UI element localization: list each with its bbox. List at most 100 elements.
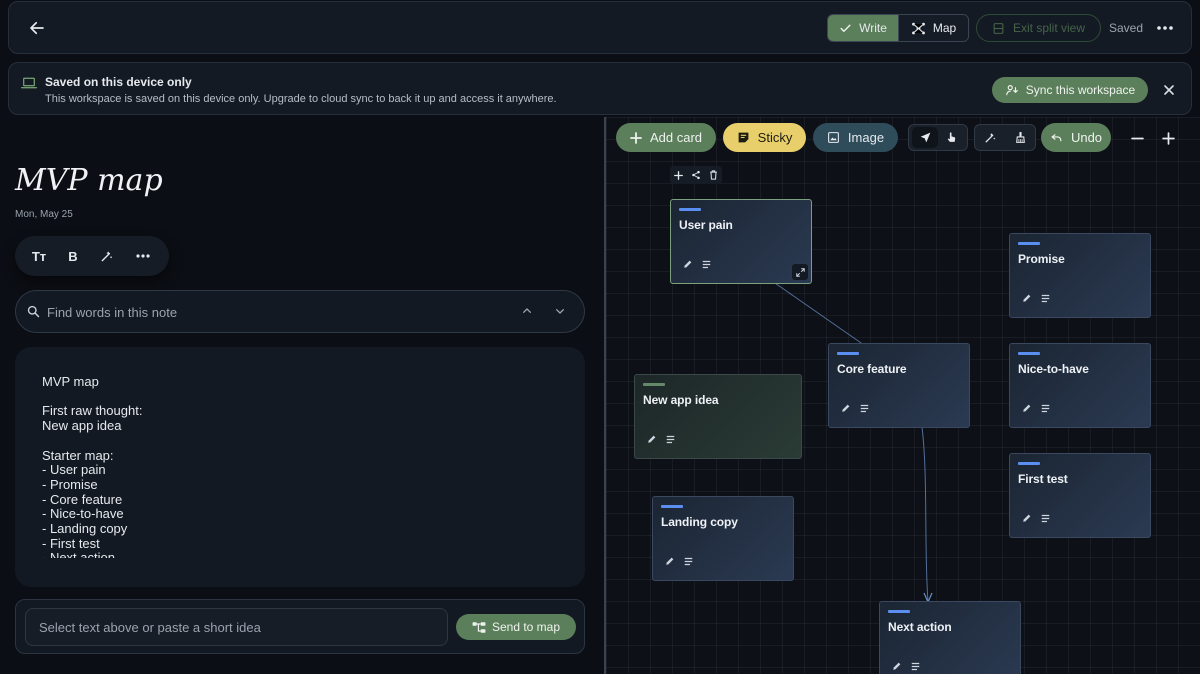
card-notes-button[interactable] [682,555,694,567]
expand-card-button[interactable] [792,264,808,280]
map-card[interactable]: Nice-to-have [1009,343,1151,428]
note-body-text[interactable]: MVP map First raw thought: New app idea … [42,375,562,558]
laptop-icon [21,77,37,89]
flow-icon [472,621,486,633]
clean-tool-button[interactable] [1007,127,1033,148]
undo-button[interactable]: Undo [1041,123,1111,152]
card-accent [837,352,859,355]
map-card[interactable]: New app idea [634,374,802,459]
card-notes-button[interactable] [1039,402,1051,414]
card-notes-button[interactable] [858,402,870,414]
exit-split-view-button[interactable]: Exit split view [976,14,1101,42]
note-search-input[interactable] [47,301,507,323]
card-accent [1018,242,1040,245]
pan-tool-button[interactable] [938,127,964,148]
notes-icon [684,557,692,565]
more-format-button[interactable] [132,246,154,266]
connect-button[interactable] [689,168,703,182]
notes-icon [1041,294,1049,302]
add-child-button[interactable] [672,168,686,182]
pencil-icon [684,260,692,268]
highlight-button[interactable] [96,246,118,266]
save-status: Saved [1109,21,1144,35]
card-title: Nice-to-have [1018,362,1089,376]
edit-card-button[interactable] [1021,512,1033,524]
note-body-editor[interactable]: MVP map First raw thought: New app idea … [15,347,585,587]
card-notes-button[interactable] [1039,512,1051,524]
sticky-label: Sticky [757,130,793,145]
top-bar: Write Map Exit split view Saved [8,1,1192,54]
graph-icon [911,22,925,34]
card-notes-button[interactable] [664,433,676,445]
send-to-map-button[interactable]: Send to map [456,614,576,640]
zoom-in-button[interactable] [1157,127,1179,149]
card-title: Core feature [837,362,907,376]
bold-label: B [68,248,78,264]
note-title[interactable]: MVP map [15,163,163,198]
chevron-down-icon[interactable] [552,303,568,319]
note-date: Mon, May 25 [15,209,73,220]
write-mode-label: Write [859,21,887,35]
arrow-left-icon [30,21,44,35]
map-card[interactable]: User pain [670,199,812,284]
share-nodes-icon [692,170,700,180]
notes-icon [702,260,710,268]
map-card[interactable]: Next action [879,601,1021,674]
edit-card-button[interactable] [1021,292,1033,304]
edit-card-button[interactable] [840,402,852,414]
banner-title: Saved on this device only [45,75,192,89]
more-options-button[interactable] [1154,18,1176,38]
sticky-note-icon [738,132,749,143]
card-title: Landing copy [661,515,738,529]
card-accent [679,208,701,211]
map-card[interactable]: Landing copy [652,496,794,581]
image-button[interactable]: Image [813,123,898,152]
map-mode-label: Map [932,21,957,35]
banner-message: This workspace is saved on this device o… [45,93,557,105]
edit-card-button[interactable] [891,660,903,672]
sticky-button[interactable]: Sticky [723,123,806,152]
card-notes-button[interactable] [909,660,921,672]
notes-icon [666,435,674,443]
edit-card-button[interactable] [646,433,658,445]
map-card[interactable]: Core feature [828,343,970,428]
plus-icon [674,170,684,180]
sync-workspace-button[interactable]: Sync this workspace [992,77,1148,103]
select-tool-button[interactable] [912,127,938,148]
more-horizontal-icon [136,254,150,258]
plus-icon [630,131,642,144]
view-mode-toggle: Write Map [827,14,969,42]
text-size-button[interactable]: Tт [28,246,50,266]
text-size-label: Tт [31,248,47,264]
back-button[interactable] [25,16,49,40]
magic-tool-button[interactable] [977,127,1003,148]
card-accent [1018,352,1040,355]
card-accent [661,505,683,508]
search-icon [27,305,40,318]
edit-card-button[interactable] [1021,402,1033,414]
map-canvas[interactable]: Add card Sticky Image Undo User pain Pro… [606,117,1200,674]
card-notes-button[interactable] [700,258,712,270]
edit-card-button[interactable] [682,258,694,270]
map-mode-button[interactable]: Map [898,15,968,41]
notes-icon [911,662,919,670]
map-card[interactable]: First test [1009,453,1151,538]
image-icon [828,132,839,143]
add-card-button[interactable]: Add card [616,123,716,152]
card-notes-button[interactable] [1039,292,1051,304]
format-toolbar: Tт B [15,236,169,276]
bold-button[interactable]: B [62,246,84,266]
delete-card-button[interactable] [706,168,720,182]
trash-icon [709,170,717,180]
dismiss-banner-button[interactable] [1160,81,1178,99]
edit-card-button[interactable] [664,555,676,567]
idea-input[interactable] [25,608,448,646]
pencil-icon [893,662,901,670]
undo-label: Undo [1070,130,1103,145]
map-card[interactable]: Promise [1009,233,1151,318]
pencil-icon [648,435,656,443]
write-mode-button[interactable]: Write [828,15,898,41]
chevron-up-icon[interactable] [519,303,535,319]
magic-wand-icon [101,251,113,262]
zoom-out-button[interactable] [1126,127,1148,149]
